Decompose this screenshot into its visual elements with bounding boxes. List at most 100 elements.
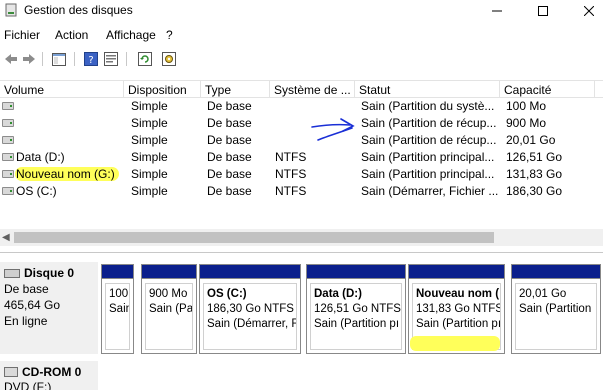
volume-icon [2, 136, 14, 144]
column-filesystem[interactable]: Système de ... [270, 81, 355, 98]
disk-settings-button[interactable] [160, 51, 178, 67]
status-cell: Sain (Partition principal... [361, 167, 495, 181]
annotation-highlight [410, 336, 500, 351]
forward-arrow-icon [23, 54, 35, 64]
partition-size: 131,83 Go NTFS [416, 303, 501, 315]
volume-icon [2, 187, 14, 195]
close-icon [584, 6, 594, 16]
menu-fichier[interactable]: Fichier [4, 28, 40, 42]
disk-0-label[interactable]: Disque 0 De base 465,64 Go En ligne [0, 262, 98, 354]
partition-size: 20,01 Go [519, 288, 567, 300]
status-cell: Sain (Partition de récup... [361, 116, 497, 130]
minimize-button[interactable] [474, 0, 520, 22]
annotation-arrow [311, 118, 355, 141]
properties-icon [104, 52, 118, 66]
partition-bar [307, 265, 405, 279]
volume-cell: OS (C:) [16, 184, 57, 198]
table-row[interactable]: OS (C:) Simple De base NTFS Sain (Démarr… [0, 183, 603, 200]
partition-block[interactable]: Data (D:) 126,51 Go NTFS Sain (Partition… [306, 264, 406, 354]
partition-block[interactable]: 20,01 Go Sain (Partition [511, 264, 601, 354]
refresh-icon [138, 52, 152, 66]
console-tree-icon [52, 52, 66, 66]
cdrom-icon [4, 367, 18, 377]
menu-affichage[interactable]: Affichage [106, 28, 156, 42]
table-row[interactable]: Simple De base Sain (Partition de récup.… [0, 115, 603, 132]
disposition-cell: Simple [131, 133, 168, 147]
status-cell: Sain (Partition principal... [361, 150, 495, 164]
partition-status: Sain (Démarrer, F [207, 318, 297, 330]
cdrom-0-label[interactable]: CD-ROM 0 DVD (F:) [0, 361, 98, 390]
capacity-cell: 100 Mo [506, 99, 547, 113]
menu-bar: Fichier Action Affichage ? [0, 26, 603, 44]
disk-status: En ligne [4, 314, 48, 328]
column-disposition[interactable]: Disposition [124, 81, 201, 98]
title-bar: Gestion des disques [0, 0, 603, 22]
disk-management-icon [5, 3, 17, 17]
partition-block[interactable]: OS (C:) 186,30 Go NTFS Sain (Démarrer, F [199, 264, 301, 354]
partition-status: Sain (Partition pı [314, 318, 400, 330]
partition-bar [409, 265, 504, 279]
capacity-cell: 131,83 Go [506, 167, 563, 181]
svg-text:?: ? [88, 55, 93, 66]
refresh-button[interactable] [136, 51, 154, 67]
capacity-cell: 126,51 Go [506, 150, 563, 164]
disposition-cell: Simple [131, 184, 168, 198]
volume-list-header: Volume Disposition Type Système de ... S… [0, 80, 603, 98]
partition-size: 100 M [109, 288, 129, 300]
properties-button[interactable] [102, 51, 120, 67]
partition-size: 126,51 Go NTFS [314, 303, 401, 315]
filesystem-cell: NTFS [275, 184, 307, 198]
menu-help[interactable]: ? [166, 28, 173, 42]
help-icon: ? [84, 52, 98, 66]
volume-icon [2, 170, 14, 178]
minimize-icon [492, 10, 502, 12]
type-cell: De base [207, 167, 252, 181]
type-cell: De base [207, 116, 252, 130]
capacity-cell: 20,01 Go [506, 133, 556, 147]
cdrom-name: CD-ROM 0 [22, 365, 82, 379]
disposition-cell: Simple [131, 167, 168, 181]
partition-bar [512, 265, 600, 279]
status-cell: Sain (Partition de récup... [361, 133, 497, 147]
partition-status: Sain [109, 303, 130, 315]
scrollbar-thumb[interactable] [14, 232, 494, 243]
show-hide-tree-button[interactable] [50, 51, 68, 67]
column-volume[interactable]: Volume [0, 81, 124, 98]
partition-bar [102, 265, 133, 279]
disk-size: 465,64 Go [4, 298, 61, 312]
disposition-cell: Simple [131, 99, 168, 113]
volume-cell: Data (D:) [16, 150, 65, 164]
pane-divider[interactable] [0, 252, 603, 253]
table-row[interactable]: Simple De base Sain (Partition de récup.… [0, 132, 603, 149]
menu-action[interactable]: Action [55, 28, 88, 42]
partition-block[interactable]: 100 M Sain [101, 264, 134, 354]
scroll-left-icon[interactable]: ◀ [2, 232, 10, 243]
filesystem-cell: NTFS [275, 167, 307, 181]
forward-button[interactable] [20, 51, 38, 67]
close-button[interactable] [566, 0, 603, 22]
partition-status: Sain (Partition pı [416, 318, 501, 330]
type-cell: De base [207, 99, 252, 113]
partition-name: OS (C:) [207, 288, 247, 300]
maximize-button[interactable] [520, 0, 566, 22]
table-row[interactable]: Data (D:) Simple De base NTFS Sain (Part… [0, 149, 603, 166]
disk-type: De base [4, 282, 49, 296]
back-button[interactable] [2, 51, 20, 67]
column-type[interactable]: Type [201, 81, 270, 98]
volume-icon [2, 119, 14, 127]
volume-icon [2, 153, 14, 161]
table-row[interactable]: Nouveau nom (G:) Simple De base NTFS Sai… [0, 166, 603, 183]
type-cell: De base [207, 150, 252, 164]
disposition-cell: Simple [131, 116, 168, 130]
partition-block[interactable]: 900 Mo Sain (Pa [141, 264, 197, 354]
partition-size: 186,30 Go NTFS [207, 303, 294, 315]
disk-settings-icon [162, 52, 176, 66]
filesystem-cell: NTFS [275, 150, 307, 164]
column-capacite[interactable]: Capacité [500, 81, 595, 98]
volume-list-scrollbar[interactable]: ◀ [0, 229, 603, 246]
table-row[interactable]: Simple De base Sain (Partition du systè.… [0, 98, 603, 115]
column-statut[interactable]: Statut [355, 81, 500, 98]
partition-status: Sain (Pa [149, 303, 193, 315]
help-button[interactable]: ? [82, 51, 100, 67]
window-title: Gestion des disques [24, 3, 133, 17]
